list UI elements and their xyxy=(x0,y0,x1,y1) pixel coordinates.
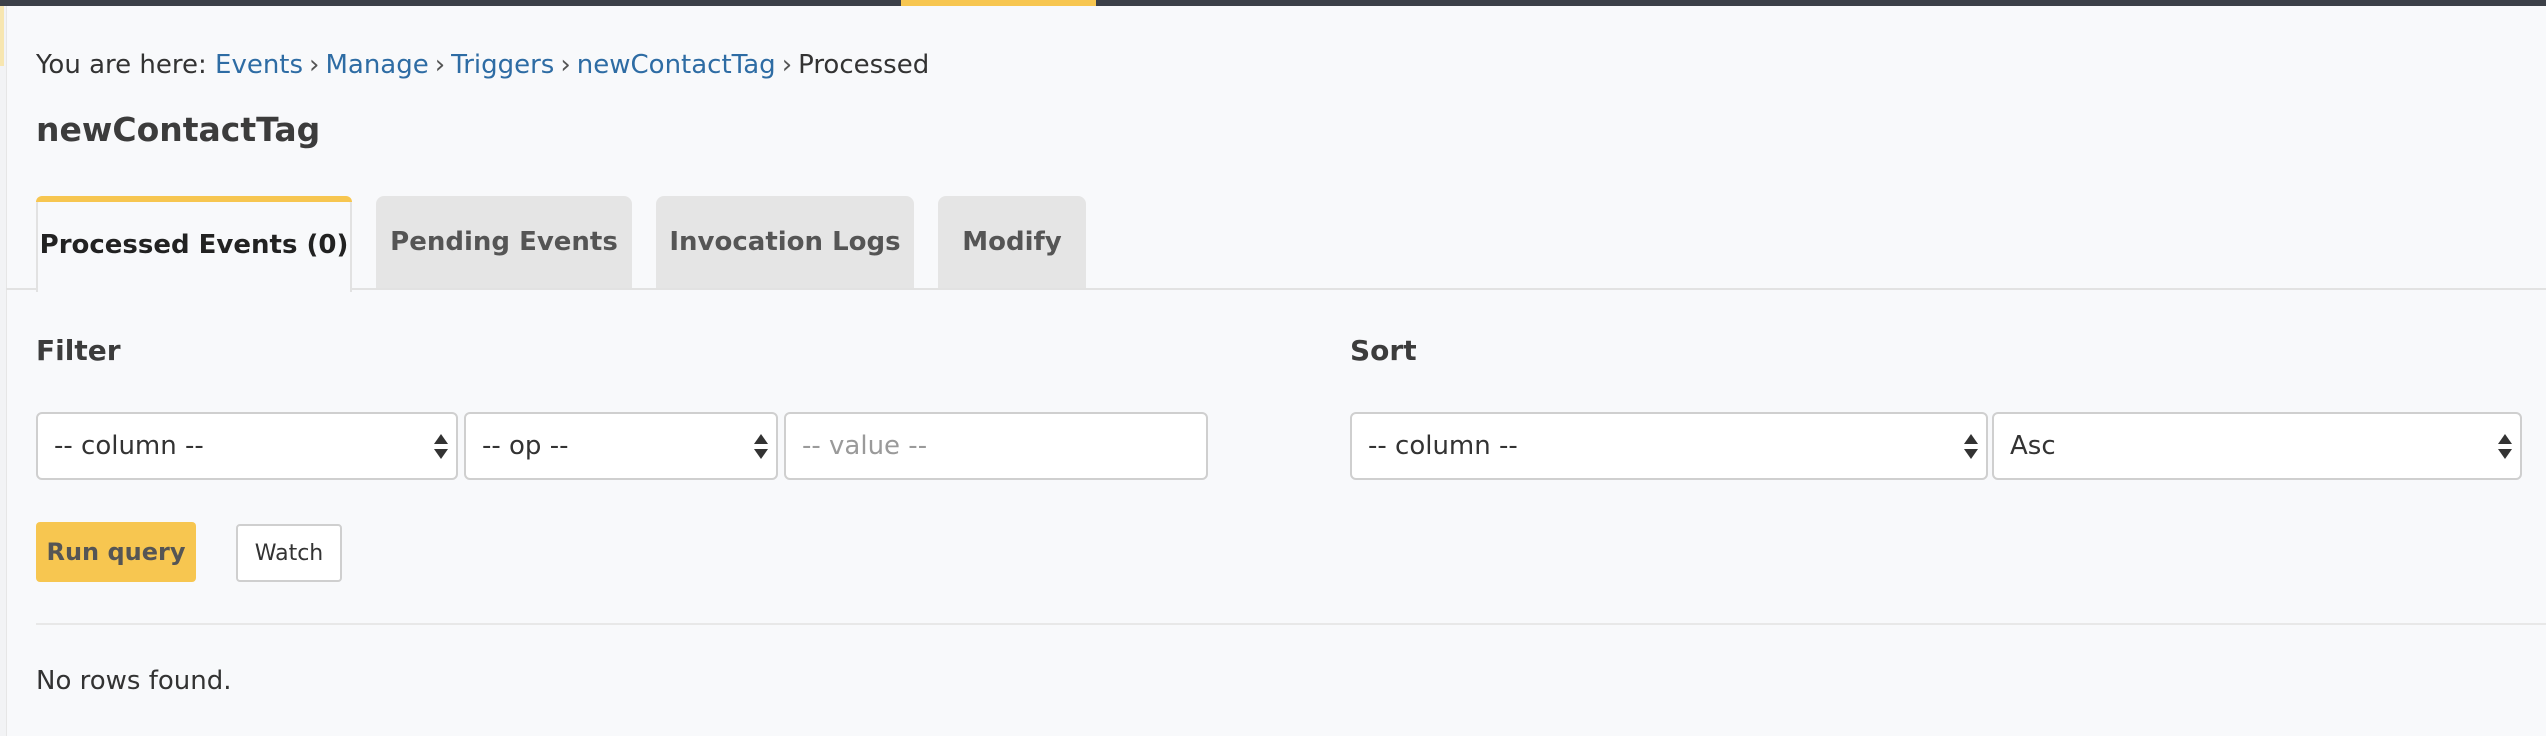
sidebar-edge xyxy=(0,6,7,736)
sidebar-edge-highlight xyxy=(0,6,4,66)
tabs-divider xyxy=(6,288,2546,290)
filter-heading: Filter xyxy=(36,334,121,367)
select-arrows-icon xyxy=(2498,434,2512,460)
top-bar xyxy=(0,0,2546,6)
chevron-right-icon: › xyxy=(560,50,571,80)
results-divider xyxy=(36,623,2546,625)
top-bar-active-indicator xyxy=(901,0,1096,6)
filter-op-select[interactable]: -- op -- xyxy=(464,412,778,480)
sort-order-select[interactable]: Asc xyxy=(1992,412,2522,480)
breadcrumb-prefix: You are here: xyxy=(36,50,207,80)
sort-column-select[interactable]: -- column -- xyxy=(1350,412,1988,480)
tab-pending-events[interactable]: Pending Events xyxy=(376,196,632,288)
tab-label: Processed Events (0) xyxy=(39,230,349,260)
empty-results-message: No rows found. xyxy=(36,666,232,696)
select-arrows-icon xyxy=(754,434,768,460)
breadcrumb-link-triggers[interactable]: Triggers xyxy=(451,50,554,80)
sort-column-value: -- column -- xyxy=(1368,431,1518,461)
sort-order-value: Asc xyxy=(2010,431,2056,461)
breadcrumb-link-events[interactable]: Events xyxy=(215,50,303,80)
chevron-right-icon: › xyxy=(309,50,320,80)
filter-column-value: -- column -- xyxy=(54,431,204,461)
chevron-right-icon: › xyxy=(781,50,793,80)
tab-label: Invocation Logs xyxy=(669,227,901,257)
select-arrows-icon xyxy=(434,434,448,460)
filter-column-select[interactable]: -- column -- xyxy=(36,412,458,480)
breadcrumb: You are here: Events › Manage › Triggers › new… xyxy=(36,48,929,82)
chevron-right-icon: › xyxy=(434,50,446,80)
filter-value-input[interactable]: -- value -- xyxy=(784,412,1208,480)
page-title: newContactTag xyxy=(36,110,321,149)
filter-op-value: -- op -- xyxy=(482,431,569,461)
breadcrumb-link-trigger[interactable]: newContactTag xyxy=(577,50,776,80)
tab-modify[interactable]: Modify xyxy=(938,196,1086,288)
tab-label: Pending Events xyxy=(390,227,618,257)
watch-button[interactable]: Watch xyxy=(236,524,342,582)
select-arrows-icon xyxy=(1964,434,1978,460)
run-query-button[interactable]: Run query xyxy=(36,522,196,582)
tab-processed-events[interactable]: Processed Events (0) xyxy=(36,196,352,292)
filter-value-placeholder: -- value -- xyxy=(802,431,928,461)
breadcrumb-current: Processed xyxy=(798,50,930,80)
tab-label: Modify xyxy=(962,227,1062,257)
sort-heading: Sort xyxy=(1350,334,1417,367)
tab-invocation-logs[interactable]: Invocation Logs xyxy=(656,196,914,288)
breadcrumb-link-manage[interactable]: Manage xyxy=(325,50,428,80)
